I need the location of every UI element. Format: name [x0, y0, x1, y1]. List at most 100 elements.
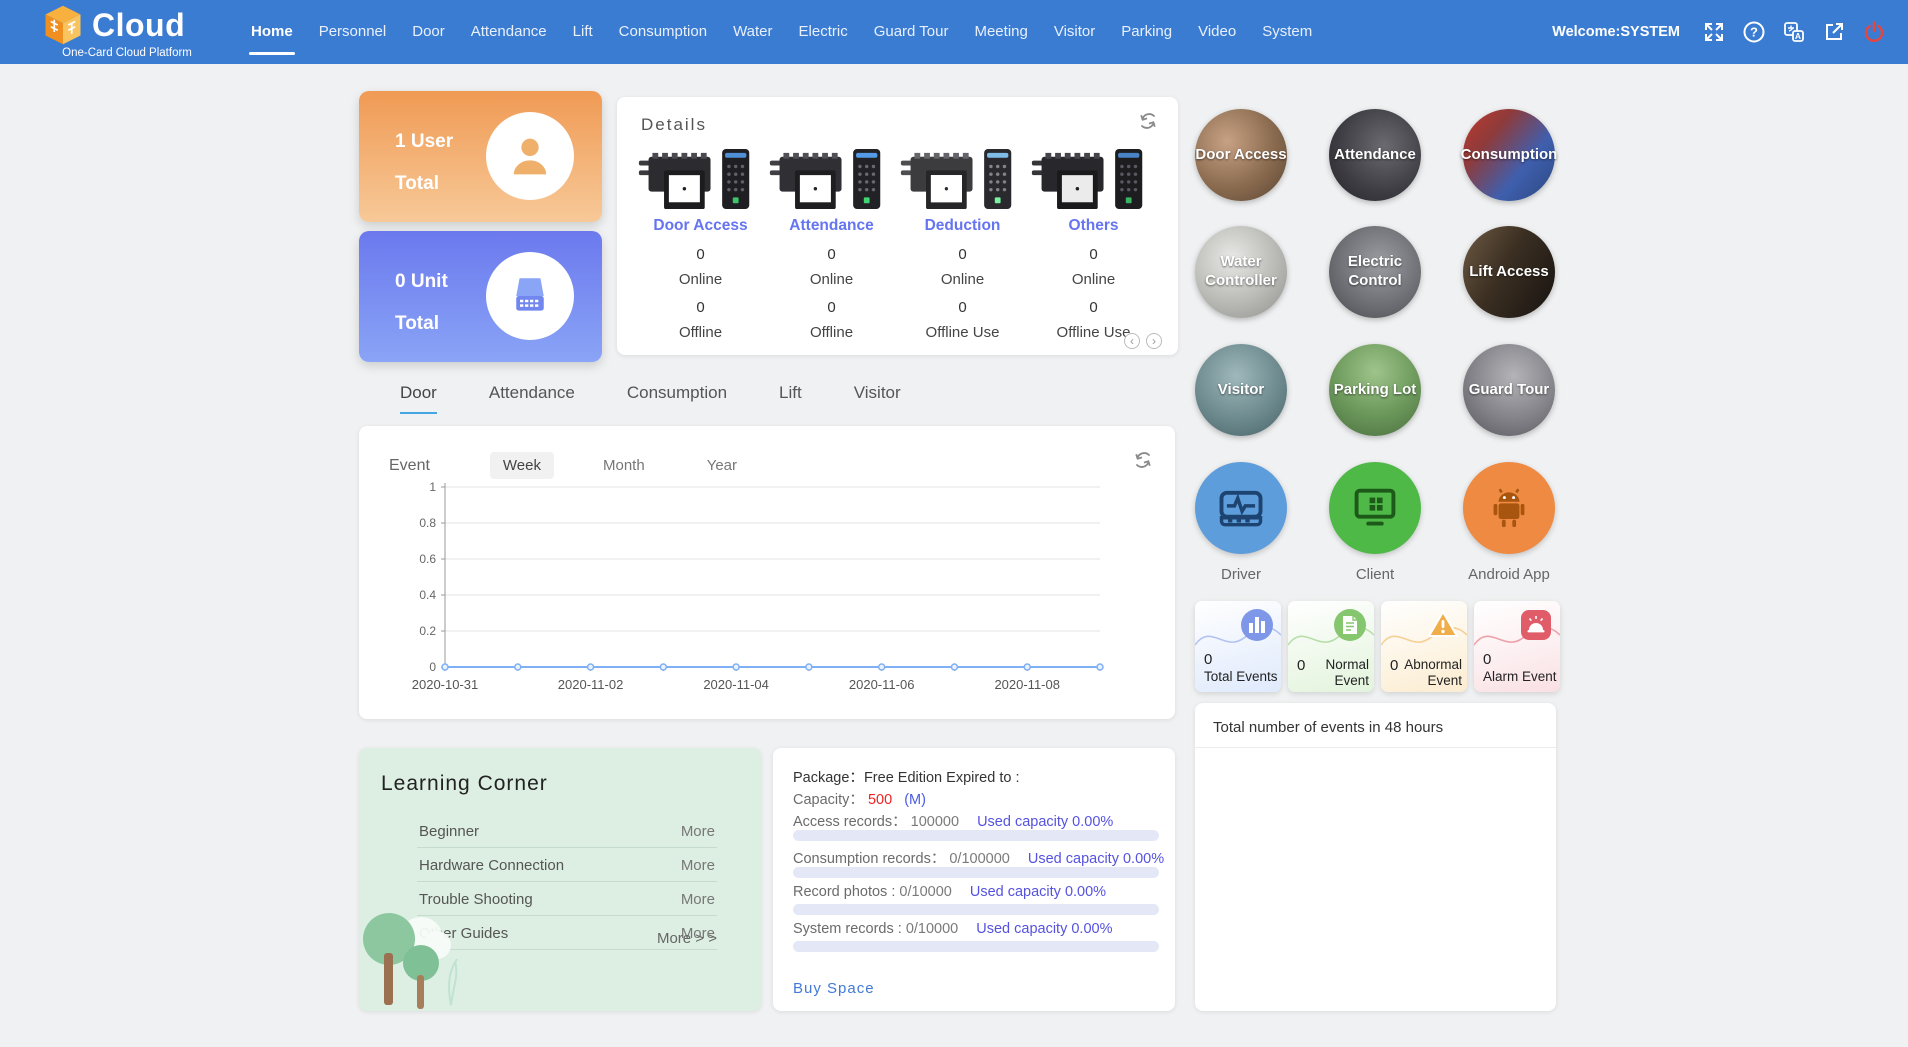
- power-icon[interactable]: [1862, 20, 1886, 44]
- events-48h-panel: Total number of events in 48 hours: [1195, 703, 1556, 1011]
- tool-label: Android App: [1459, 566, 1559, 583]
- app-electric-control[interactable]: Electric Control: [1329, 226, 1421, 318]
- range-year[interactable]: Year: [694, 452, 750, 479]
- nav-item-visitor[interactable]: Visitor: [1041, 0, 1108, 64]
- tool-driver[interactable]: Driver: [1191, 462, 1291, 583]
- events-48h-title: Total number of events in 48 hours: [1213, 719, 1443, 736]
- refresh-icon[interactable]: [1138, 111, 1158, 131]
- module-tabs: Door Attendance Consumption Lift Visitor: [400, 383, 901, 414]
- refresh-icon[interactable]: [1133, 450, 1153, 470]
- app-visitor[interactable]: Visitor: [1195, 344, 1287, 436]
- nav-item-home[interactable]: Home: [238, 0, 306, 64]
- alarm-event-card: 0 Alarm Event: [1474, 601, 1560, 692]
- nav-item-door[interactable]: Door: [399, 0, 458, 64]
- device-details-panel: Details Door Access 0 Online 0 Offline A…: [617, 97, 1178, 355]
- nav-item-personnel[interactable]: Personnel: [306, 0, 400, 64]
- system-records-line: System records : 0/10000 Used capacity 0…: [793, 921, 1112, 937]
- nav-item-guard-tour[interactable]: Guard Tour: [861, 0, 962, 64]
- online-label: Online: [766, 271, 897, 288]
- more-link[interactable]: More: [681, 823, 715, 840]
- record-value: 0/10000: [899, 884, 951, 900]
- nav-item-consumption[interactable]: Consumption: [606, 0, 720, 64]
- app-label: Lift Access: [1469, 263, 1548, 282]
- nav-item-parking[interactable]: Parking: [1108, 0, 1185, 64]
- client-icon: [1349, 482, 1401, 534]
- nav-item-video[interactable]: Video: [1185, 0, 1249, 64]
- more-link[interactable]: More: [681, 857, 715, 874]
- door-access-devices-image: [635, 145, 757, 215]
- svg-text:1: 1: [429, 480, 436, 494]
- logo-subtitle: One-Card Cloud Platform: [42, 47, 212, 59]
- tab-door[interactable]: Door: [400, 383, 437, 414]
- tab-consumption[interactable]: Consumption: [627, 383, 727, 414]
- nav-item-attendance[interactable]: Attendance: [458, 0, 560, 64]
- app-door-access[interactable]: Door Access: [1195, 109, 1287, 201]
- buy-space-link[interactable]: Buy Space: [793, 980, 875, 997]
- warning-icon: [1425, 607, 1461, 643]
- top-navbar: Cloud One-Card Cloud Platform Home Perso…: [0, 0, 1908, 64]
- capacity-label: Capacity：: [793, 792, 864, 808]
- help-icon[interactable]: ?: [1742, 20, 1766, 44]
- unit-total-caption: Total: [395, 313, 439, 335]
- user-total-caption: Total: [395, 173, 439, 195]
- package-capacity-panel: Package：Free Edition Expired to : Capaci…: [773, 748, 1175, 1011]
- svg-text:0.6: 0.6: [419, 552, 436, 566]
- tool-client[interactable]: Client: [1325, 462, 1425, 583]
- capacity-unit: (M): [904, 792, 926, 808]
- learning-item-hardware-connection[interactable]: Hardware Connection More: [417, 848, 717, 882]
- details-col-deduction: Deduction 0 Online 0 Offline Use: [897, 145, 1028, 341]
- offline-label: Offline: [635, 324, 766, 341]
- app-parking-lot[interactable]: Parking Lot: [1329, 344, 1421, 436]
- external-link-icon[interactable]: [1822, 20, 1846, 44]
- details-title: Details: [641, 115, 707, 135]
- svg-text:0: 0: [429, 660, 436, 674]
- app-guard-tour[interactable]: Guard Tour: [1463, 344, 1555, 436]
- main-nav: Home Personnel Door Attendance Lift Cons…: [238, 0, 1325, 64]
- event-count: 0: [1297, 657, 1305, 674]
- tool-android-app[interactable]: Android App: [1459, 462, 1559, 583]
- record-value: 0/10000: [906, 921, 958, 937]
- learning-corner-title: Learning Corner: [381, 772, 548, 796]
- nav-item-lift[interactable]: Lift: [560, 0, 606, 64]
- online-count: 0: [1028, 246, 1159, 263]
- offline-label: Offline Use: [897, 324, 1028, 341]
- app-consumption[interactable]: Consumption: [1463, 109, 1555, 201]
- more-link[interactable]: More: [681, 891, 715, 908]
- details-col-others: Others 0 Online 0 Offline Use: [1028, 145, 1159, 341]
- tab-attendance[interactable]: Attendance: [489, 383, 575, 414]
- event-count: 0: [1483, 651, 1491, 668]
- attendance-devices-image: [766, 145, 888, 215]
- tab-visitor[interactable]: Visitor: [854, 383, 901, 414]
- nav-item-water[interactable]: Water: [720, 0, 785, 64]
- normal-event-card: 0 NormalEvent: [1288, 601, 1374, 692]
- nav-item-electric[interactable]: Electric: [786, 0, 861, 64]
- learning-item-beginner[interactable]: Beginner More: [417, 814, 717, 848]
- range-week[interactable]: Week: [490, 452, 554, 479]
- app-water-controller[interactable]: Water Controller: [1195, 226, 1287, 318]
- fullscreen-icon[interactable]: [1702, 20, 1726, 44]
- tab-lift[interactable]: Lift: [779, 383, 802, 414]
- tool-label: Client: [1325, 566, 1425, 583]
- app-attendance[interactable]: Attendance: [1329, 109, 1421, 201]
- pager-prev-icon[interactable]: ‹: [1124, 333, 1140, 349]
- details-col-name: Door Access: [635, 217, 766, 235]
- learning-more-link[interactable]: More > >: [657, 930, 717, 947]
- online-count: 0: [766, 246, 897, 263]
- used-capacity-label: Used capacity 0.00%: [1028, 851, 1164, 867]
- app-lift-access[interactable]: Lift Access: [1463, 226, 1555, 318]
- system-records-progressbar: [793, 941, 1159, 952]
- pager-next-icon[interactable]: ›: [1146, 333, 1162, 349]
- offline-count: 0: [1028, 299, 1159, 316]
- document-icon: [1332, 607, 1368, 643]
- nav-item-system[interactable]: System: [1249, 0, 1325, 64]
- svg-text:0.2: 0.2: [419, 624, 436, 638]
- details-col-name: Attendance: [766, 217, 897, 235]
- nav-item-meeting[interactable]: Meeting: [961, 0, 1040, 64]
- event-label: Total Events: [1204, 669, 1278, 685]
- translate-icon[interactable]: A: [1782, 20, 1806, 44]
- online-label: Online: [897, 271, 1028, 288]
- range-month[interactable]: Month: [590, 452, 658, 479]
- terminal-icon: [505, 271, 555, 321]
- svg-text:?: ?: [1750, 25, 1758, 40]
- chart-series-label: Event: [389, 457, 430, 475]
